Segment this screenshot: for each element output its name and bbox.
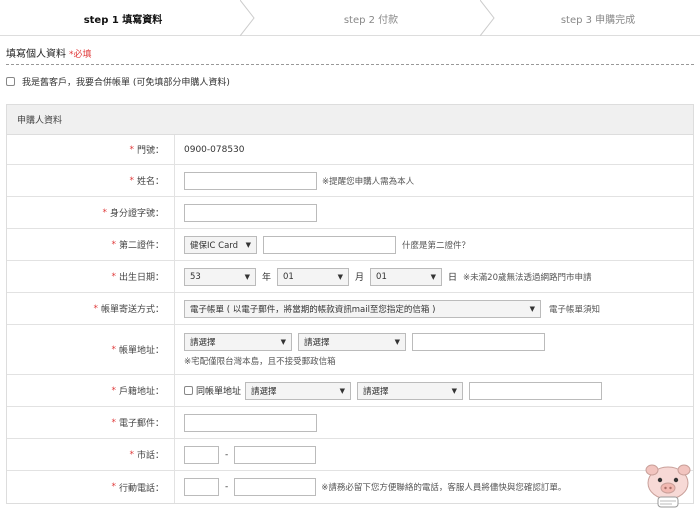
caret-down-icon: ▼ bbox=[430, 272, 437, 281]
bill-address-note: ※宅配僅限台灣本島，且不接受郵政信箱 bbox=[184, 356, 336, 367]
door-number-value: 0900-078530 bbox=[184, 144, 245, 155]
bill-method-select[interactable]: 電子帳單 ( 以電子郵件，將當期的帳款資訊mail至您指定的信箱 ) ▼ bbox=[184, 299, 541, 318]
row-mobile: * 行動電話： - ※請務必留下您方便聯絡的電話，客服人員將儘快與您確認訂單。 bbox=[7, 471, 693, 503]
section-divider bbox=[6, 64, 694, 65]
birth-month-select[interactable]: 01 ▼ bbox=[277, 267, 350, 286]
home-address-input[interactable] bbox=[469, 381, 603, 400]
row-bill-method: * 帳單寄送方式： 電子帳單 ( 以電子郵件，將當期的帳款資訊mail至您指定的信… bbox=[7, 293, 693, 325]
mobile-note: ※請務必留下您方便聯絡的電話，客服人員將儘快與您確認訂單。 bbox=[321, 483, 567, 493]
bill-city-select[interactable]: 請選擇 ▼ bbox=[184, 332, 292, 351]
mobile-prefix-input[interactable] bbox=[184, 478, 219, 496]
birth-year-select[interactable]: 53 ▼ bbox=[184, 267, 256, 286]
row-second-id: * 第二證件： 健保IC Card ▼ 什麼是第二證件？ bbox=[7, 229, 693, 261]
same-as-bill-checkbox[interactable] bbox=[184, 386, 193, 395]
birth-day-select[interactable]: 01 ▼ bbox=[370, 267, 443, 286]
bill-district-select[interactable]: 請選擇 ▼ bbox=[298, 332, 406, 351]
step-3: step 3 申購完成 bbox=[560, 14, 636, 26]
row-id-number: * 身分證字號： bbox=[7, 197, 693, 229]
row-email: * 電子郵件： bbox=[7, 407, 693, 439]
mobile-number-input[interactable] bbox=[234, 478, 317, 496]
caret-down-icon: ▼ bbox=[337, 272, 344, 281]
landline-area-input[interactable] bbox=[184, 445, 219, 464]
name-note: ※提醒您申購人需為本人 bbox=[322, 176, 415, 187]
applicant-form: 申購人資料 * 門號： 0900-078530 * 姓名： ※提醒您申購人需為本人 … bbox=[6, 104, 694, 504]
name-input[interactable] bbox=[184, 171, 317, 190]
home-city-select[interactable]: 請選擇 ▼ bbox=[245, 381, 352, 400]
row-name: * 姓名： ※提醒您申購人需為本人 bbox=[7, 165, 693, 197]
row-home-address: * 戶籍地址： 同帳單地址 請選擇 ▼ 請選擇 ▼ bbox=[7, 375, 693, 407]
second-id-type-select[interactable]: 健保IC Card ▼ bbox=[184, 235, 257, 254]
existing-customer-label: 我是舊客戶，我要合併帳單 (可免填部分申購人資料) bbox=[22, 78, 230, 88]
caret-down-icon: ▼ bbox=[280, 337, 286, 346]
birth-note: ※未滿20歲無法透過網路門市申請 bbox=[463, 272, 592, 283]
home-district-select[interactable]: 請選擇 ▼ bbox=[357, 381, 464, 400]
caret-down-icon: ▼ bbox=[339, 386, 346, 395]
existing-customer-checkbox[interactable] bbox=[6, 77, 15, 86]
e-bill-notice-link[interactable]: 電子帳單須知 bbox=[549, 303, 600, 315]
caret-down-icon: ▼ bbox=[244, 272, 250, 281]
required-note: *必填 bbox=[69, 50, 92, 60]
email-input[interactable] bbox=[184, 413, 317, 432]
row-birth-date: * 出生日期： 53 ▼ 年 01 ▼ 月 01 ▼ 日 ※未滿20歲無法透過網路門市申… bbox=[7, 261, 693, 293]
landline-number-input[interactable] bbox=[234, 445, 317, 464]
bill-address-input[interactable] bbox=[412, 332, 545, 351]
second-id-help-link[interactable]: 什麼是第二證件？ bbox=[402, 239, 470, 251]
step-1: step 1 填寫資料 bbox=[83, 14, 163, 26]
existing-customer-option[interactable]: 我是舊客戶，我要合併帳單 (可免填部分申購人資料) bbox=[6, 75, 230, 88]
row-door-number: * 門號： 0900-078530 bbox=[7, 135, 693, 165]
step-progress-bar: step 1 填寫資料 step 2 付款 step 3 申購完成 bbox=[0, 0, 700, 36]
row-landline: * 市話： - bbox=[7, 439, 693, 471]
caret-down-icon: ▼ bbox=[394, 337, 400, 346]
caret-down-icon: ▼ bbox=[245, 240, 251, 249]
caret-down-icon: ▼ bbox=[529, 304, 535, 313]
applicant-table-header: 申購人資料 bbox=[7, 105, 693, 135]
section-title: 填寫個人資料 *必填 bbox=[6, 49, 92, 60]
id-number-input[interactable] bbox=[184, 203, 317, 222]
caret-down-icon: ▼ bbox=[451, 386, 458, 395]
row-bill-address: * 帳單地址： 請選擇 ▼ 請選擇 ▼ ※宅配僅限台灣本島，且不接受郵政信箱 bbox=[7, 325, 693, 375]
second-id-input[interactable] bbox=[263, 235, 396, 254]
pig-mascot-icon bbox=[640, 459, 696, 509]
step-2: step 2 付款 bbox=[343, 14, 399, 26]
